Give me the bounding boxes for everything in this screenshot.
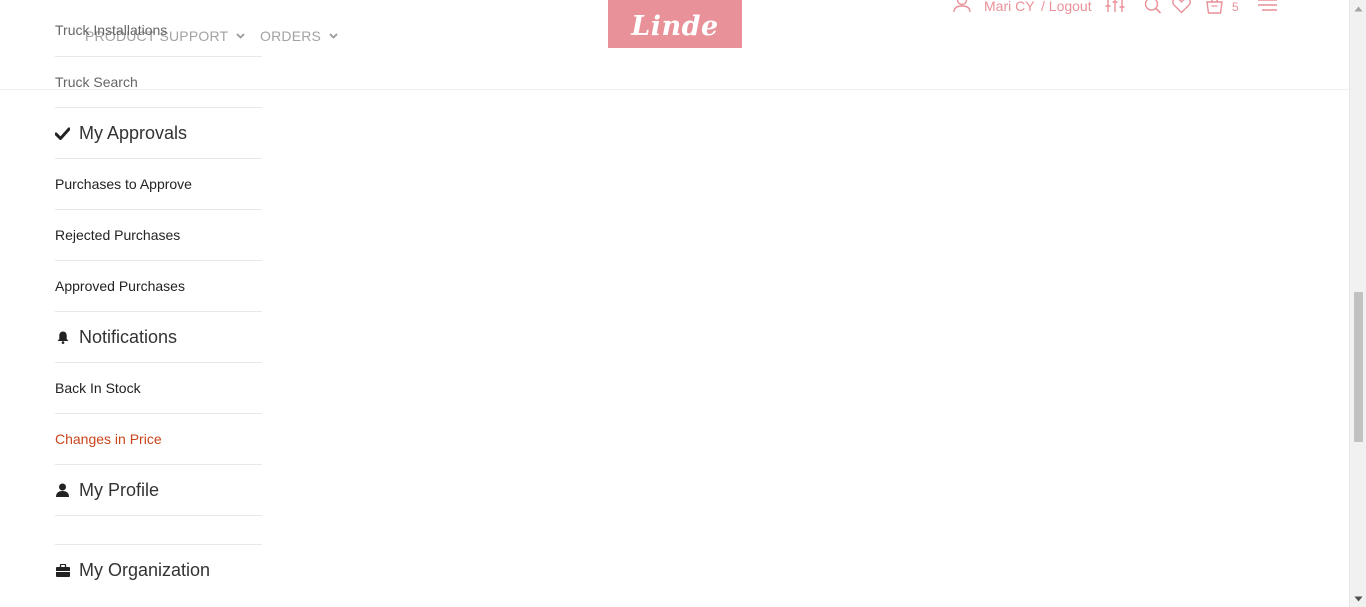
scrollbar-thumb[interactable] bbox=[1354, 292, 1363, 442]
section-title[interactable]: My Profile bbox=[79, 480, 159, 501]
section-title: My Approvals bbox=[79, 122, 188, 143]
page: Truck Installations Truck Search My Appr… bbox=[0, 0, 1366, 607]
logout-link[interactable]: / Logout bbox=[1041, 0, 1092, 14]
sidebar-item-label[interactable]: Back In Stock bbox=[55, 380, 141, 396]
sidebar-item-label[interactable]: Approved Purchases bbox=[55, 278, 185, 294]
heart-icon[interactable] bbox=[1172, 0, 1191, 14]
sidebar-heading-my-profile[interactable]: My Profile bbox=[55, 465, 262, 516]
user-icon[interactable] bbox=[953, 0, 973, 12]
sidebar-item-changes-in-price[interactable]: Changes in Price bbox=[55, 414, 262, 465]
menu-icon[interactable] bbox=[1257, 0, 1278, 14]
sidebar-item-back-in-stock[interactable]: Back In Stock bbox=[55, 363, 262, 414]
sidebar-item-rejected-purchases[interactable]: Rejected Purchases bbox=[55, 210, 262, 261]
sidebar-item-approved-purchases[interactable]: Approved Purchases bbox=[55, 261, 262, 312]
nav-orders[interactable]: ORDERS bbox=[260, 28, 338, 44]
sidebar-heading-my-approvals: My Approvals bbox=[55, 108, 262, 159]
sidebar-item-label[interactable]: Changes in Price bbox=[55, 431, 162, 447]
sidebar-heading-notifications: Notifications bbox=[55, 312, 262, 363]
scroll-up-arrow-icon[interactable] bbox=[1350, 0, 1366, 17]
linde-logo[interactable]: Linde bbox=[608, 0, 742, 48]
chevron-down-icon bbox=[329, 33, 338, 39]
person-icon bbox=[55, 483, 70, 498]
user-name: Mari CY bbox=[984, 0, 1035, 14]
cart-icon[interactable] bbox=[1206, 0, 1223, 14]
chevron-down-icon bbox=[236, 33, 245, 39]
sidebar-item-purchases-to-approve[interactable]: Purchases to Approve bbox=[55, 159, 262, 210]
section-title: Notifications bbox=[79, 326, 178, 347]
bell-icon bbox=[55, 330, 70, 345]
sidebar-item-label[interactable]: Rejected Purchases bbox=[55, 227, 180, 243]
check-icon bbox=[55, 126, 70, 141]
cart-count-badge: 5 bbox=[1232, 0, 1239, 14]
sidebar-item-label[interactable]: Purchases to Approve bbox=[55, 176, 192, 192]
sidebar-heading-my-organization[interactable]: My Organization bbox=[55, 544, 262, 596]
search-icon[interactable] bbox=[1144, 0, 1162, 14]
section-title[interactable]: My Organization bbox=[79, 560, 210, 581]
logo-text: Linde bbox=[631, 10, 719, 42]
briefcase-icon bbox=[55, 563, 70, 578]
scroll-down-arrow-icon[interactable] bbox=[1350, 590, 1366, 607]
filter-icon[interactable] bbox=[1105, 0, 1125, 14]
sidebar-item-label[interactable]: Truck Search bbox=[55, 74, 138, 90]
vertical-scrollbar[interactable] bbox=[1349, 0, 1366, 607]
sidebar-item-truck-search[interactable]: Truck Search bbox=[55, 57, 262, 108]
nav-product-support[interactable]: PRODUCT SUPPORT bbox=[85, 28, 245, 44]
